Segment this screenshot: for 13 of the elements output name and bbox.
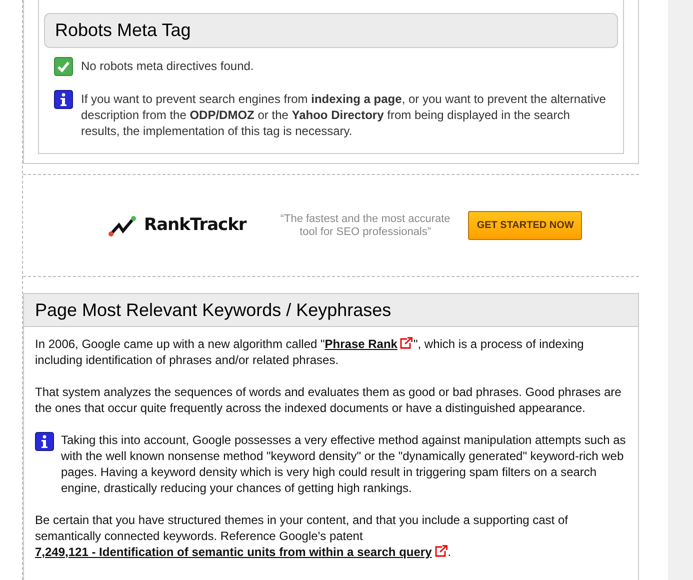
paragraph: Taking this into account, Google possesses a very effective method against manipulation attempts such as with the well known nonsense method "keyword density" or the "dynamically generated" keyword-rich web pages. Having a keyword density which is very high could result in triggering spam filters on a search engine, drastically reducing your chances of getting high rankings. [61, 432, 627, 496]
message-text: If you want to prevent search engines from indexing a page, or you want to prevent the alternative description from the ODP/DMOZ or the Yahoo Directory from being displayed in the search results, the implementation of this tag is necessary. [81, 91, 607, 139]
message-text: No robots meta directives found. [81, 58, 254, 74]
get-started-button[interactable]: GET STARTED NOW [468, 211, 582, 240]
section-heading: Robots Meta Tag [44, 13, 618, 48]
paragraph: That system analyzes the sequences of words and evaluates them as good or bad phrases. Good phrases are the ones that occur quite frequently across the indexed documents or have a distinguished appearance. [35, 384, 622, 416]
logo: RankTrackr [108, 212, 246, 238]
paragraph: In 2006, Google came up with a new algorithm called "Phrase Rank ", which is a process of indexing including identification of phrases and/or related phrases. [35, 336, 585, 368]
patent-link[interactable]: 7,249,121 - Identification of semantic units from within a search query [35, 545, 448, 559]
tagline: “The fastest and the most accurate tool for SEO professionals” [280, 212, 450, 238]
patent-link[interactable]: Phrase Rank [324, 337, 414, 351]
paragraph: Be certain that you have structured themes in your content, and that you include a supporting cast of semantically connected keywords. Reference Google's patent 7,249,121 - Identification of semantic units from within a search query . [35, 512, 569, 560]
section-heading: Page Most Relevant Keywords / Keyphrases [24, 294, 638, 327]
